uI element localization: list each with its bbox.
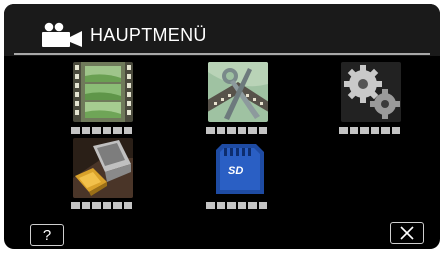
video-camera-icon xyxy=(42,22,82,47)
camera-screen: HAUPTMENÜ SD ? xyxy=(4,4,440,249)
header-divider xyxy=(14,53,430,55)
menu-item-label-placeholder xyxy=(206,202,267,209)
svg-text:SD: SD xyxy=(228,165,243,177)
close-icon xyxy=(400,226,414,240)
gear-settings-icon xyxy=(341,62,401,122)
help-label: ? xyxy=(42,226,52,244)
sd-card-icon: SD xyxy=(208,138,268,198)
help-button[interactable]: ? xyxy=(30,224,64,246)
editing-tools-icon xyxy=(208,62,268,122)
film-strip-icon xyxy=(73,62,133,122)
close-button[interactable] xyxy=(390,222,424,244)
menu-item-label-placeholder xyxy=(71,127,132,134)
menu-item-label-placeholder xyxy=(339,127,400,134)
menu-item-label-placeholder xyxy=(71,202,132,209)
hdmi-connector-icon xyxy=(73,138,133,198)
menu-header: HAUPTMENÜ xyxy=(4,4,440,56)
page-title: HAUPTMENÜ xyxy=(90,25,207,45)
menu-item-label-placeholder xyxy=(206,127,267,134)
